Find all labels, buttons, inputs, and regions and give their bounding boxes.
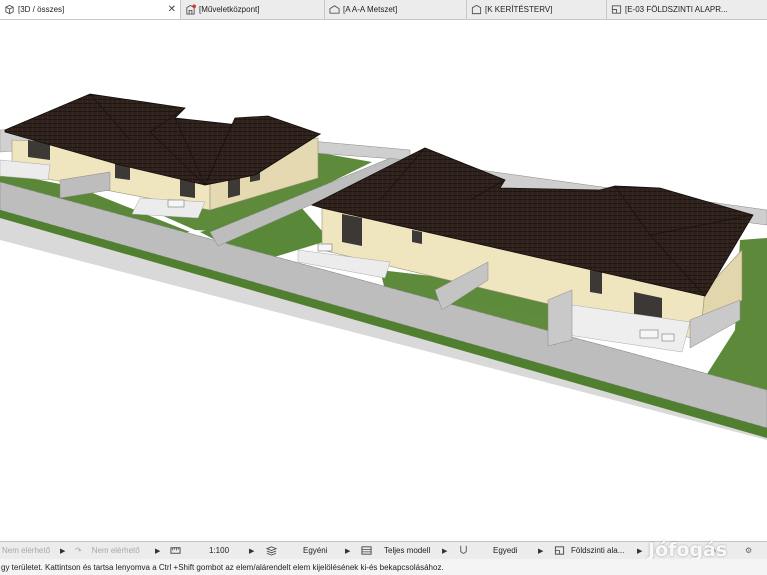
pen-set-selector[interactable]: Egyedi xyxy=(458,542,517,559)
model-view-value: Teljes modell xyxy=(384,546,431,555)
undo-button[interactable]: Nem elérhető xyxy=(2,542,50,559)
scale-value: 1:100 xyxy=(209,546,230,555)
layer-combination-selector[interactable]: Egyéni xyxy=(266,542,327,559)
chevron-right-icon[interactable]: ▶ xyxy=(637,542,642,559)
chevron-right-icon[interactable]: ▶ xyxy=(442,542,447,559)
tab-3d-view[interactable]: [3D / összes] ✕ xyxy=(0,0,181,19)
tab-fence-plan[interactable]: [K KERÍTÉSTERV] xyxy=(467,0,607,19)
layer-combination-value: Egyéni xyxy=(303,546,328,555)
redo-label: Nem elérhető xyxy=(91,546,140,555)
tab-label: [K KERÍTÉSTERV] xyxy=(485,5,553,14)
undo-label: Nem elérhető xyxy=(2,546,51,555)
tab-floor-plan[interactable]: [E-03 FÖLDSZINTI ALAPR... xyxy=(607,0,767,19)
chevron-right-icon[interactable]: ▶ xyxy=(538,542,543,559)
cube-icon xyxy=(5,4,14,15)
hint-message: gy területet. Kattintson és tartsa lenyo… xyxy=(0,559,767,575)
floorplan-icon xyxy=(611,5,622,14)
pen-set-value: Egyedi xyxy=(493,546,518,555)
model-view-icon xyxy=(361,546,372,555)
redo-button[interactable]: ↷ Nem elérhető xyxy=(75,542,140,559)
layers-icon xyxy=(266,546,277,556)
tab-action-center[interactable]: [Műveletközpont] xyxy=(181,0,325,19)
3d-model-render xyxy=(0,93,767,440)
scale-icon xyxy=(170,547,181,554)
close-icon[interactable]: ✕ xyxy=(164,4,176,15)
building-icon xyxy=(186,4,196,15)
3d-viewport[interactable] xyxy=(0,20,767,541)
chevron-right-icon[interactable]: ▶ xyxy=(60,542,65,559)
chevron-right-icon[interactable]: ▶ xyxy=(155,542,160,559)
section-icon xyxy=(329,5,340,14)
redo-icon: ↷ xyxy=(75,546,82,555)
scale-selector[interactable]: 1:100 xyxy=(170,542,229,559)
view-tab-bar: [3D / összes] ✕ [Műveletközpont] [A A-A … xyxy=(0,0,767,20)
settings-icon[interactable]: ⚙ xyxy=(745,542,752,559)
floorplan-icon xyxy=(554,546,565,555)
tab-label: [3D / összes] xyxy=(18,5,65,14)
chevron-right-icon[interactable]: ▶ xyxy=(249,542,254,559)
pen-icon xyxy=(460,545,467,554)
elevation-icon xyxy=(471,4,482,15)
story-value: Földszinti ala... xyxy=(571,546,625,555)
tab-label: [A A-A Metszet] xyxy=(343,5,398,14)
tab-section[interactable]: [A A-A Metszet] xyxy=(325,0,467,19)
tab-label: [E-03 FÖLDSZINTI ALAPR... xyxy=(625,5,728,14)
tab-label: [Műveletközpont] xyxy=(199,5,260,14)
model-view-selector[interactable]: Teljes modell xyxy=(361,542,430,559)
chevron-right-icon[interactable]: ▶ xyxy=(345,542,350,559)
jofogas-watermark: Jófogás xyxy=(648,539,728,561)
story-selector[interactable]: Földszinti ala... xyxy=(554,542,624,559)
